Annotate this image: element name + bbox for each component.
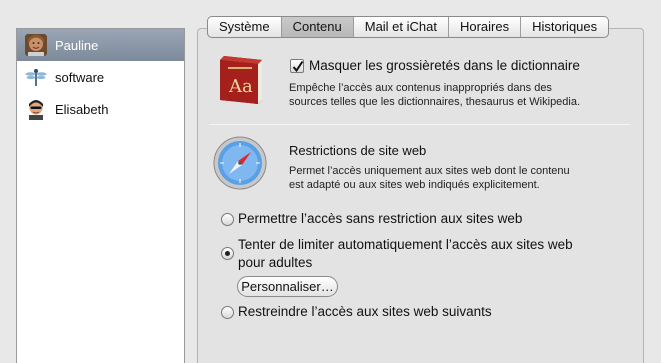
user-name: Pauline	[55, 37, 99, 53]
user-name: software	[55, 69, 105, 85]
radio-limit-adult-label-line1[interactable]: Tenter de limiter automatiquement l’accè…	[238, 236, 573, 254]
web-description-line1: Permet l’accès uniquement aux sites web …	[289, 165, 570, 177]
radio-allowed-only[interactable]	[221, 306, 234, 319]
user-item-software[interactable]: software	[17, 61, 184, 93]
hide-profanity-checkbox[interactable]	[290, 59, 304, 73]
user-photo-icon	[25, 34, 47, 56]
user-list: Pauline software Elisabeth	[16, 28, 185, 363]
customize-button[interactable]: Personnaliser…	[237, 276, 338, 297]
tab-bar: Système Contenu Mail et iChat Horaires H…	[207, 16, 610, 38]
svg-text:Aa: Aa	[228, 76, 253, 97]
dragonfly-icon	[25, 66, 47, 88]
tab-horaires[interactable]: Horaires	[447, 17, 520, 37]
dictionary-description-line1: Empêche l’accès aux contenus inapproprié…	[289, 82, 552, 94]
dictionary-description-line2: sources telles que les dictionnaires, th…	[289, 96, 581, 108]
radio-unrestricted[interactable]	[221, 213, 234, 226]
radio-unrestricted-label[interactable]: Permettre l’accès sans restriction aux s…	[238, 210, 522, 228]
web-restrictions-title: Restrictions de site web	[289, 143, 427, 158]
tab-contenu[interactable]: Contenu	[280, 17, 353, 37]
user-photo-icon	[25, 98, 47, 120]
checkmark-icon	[292, 60, 304, 73]
hide-profanity-label[interactable]: Masquer les grossièretés dans le diction…	[309, 58, 580, 73]
tab-historiques[interactable]: Historiques	[520, 17, 608, 37]
user-item-elisabeth[interactable]: Elisabeth	[17, 93, 184, 125]
section-divider	[209, 124, 630, 125]
safari-compass-icon	[213, 136, 267, 190]
radio-limit-adult-label-line2[interactable]: pour adultes	[238, 254, 312, 272]
radio-allowed-only-label[interactable]: Restreindre l’accès aux sites web suivan…	[238, 303, 492, 321]
parental-controls-window: Pauline software Elisabeth Système Conte…	[0, 0, 661, 363]
user-item-pauline[interactable]: Pauline	[17, 29, 184, 61]
radio-limit-adult[interactable]	[221, 247, 234, 260]
user-name: Elisabeth	[55, 101, 109, 117]
tab-systeme[interactable]: Système	[208, 17, 281, 37]
web-description-line2: est adapté ou aux sites web indiqués exp…	[289, 179, 540, 191]
dictionary-icon: Aa	[214, 54, 268, 106]
tab-mail-ichat[interactable]: Mail et iChat	[352, 17, 448, 37]
